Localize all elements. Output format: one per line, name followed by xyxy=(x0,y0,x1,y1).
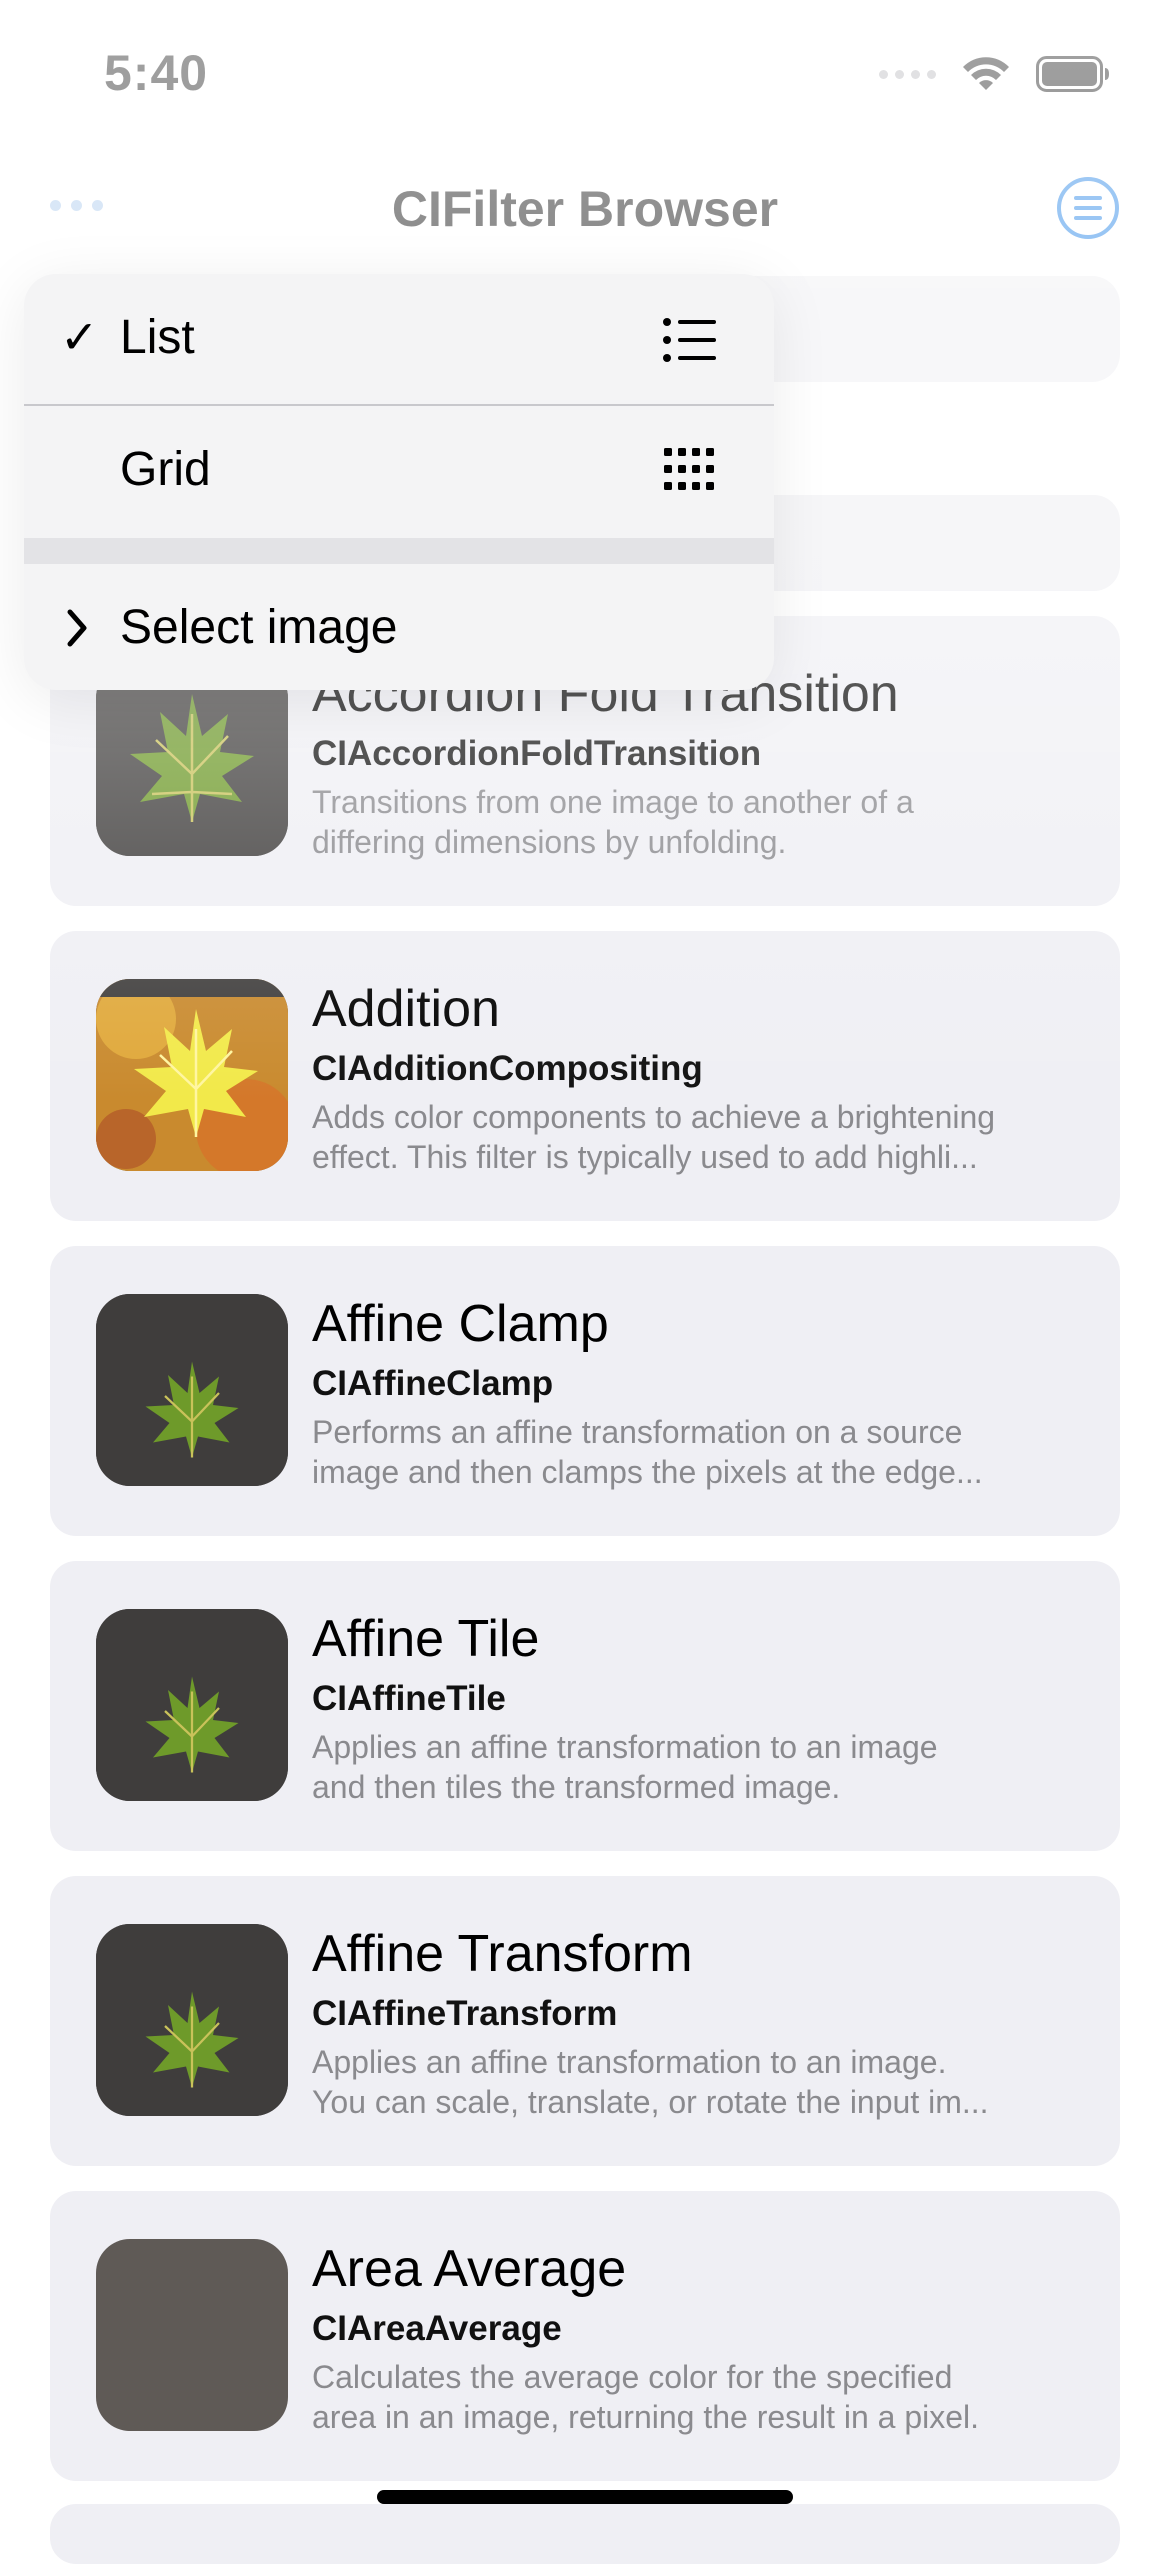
filter-title: Addition xyxy=(312,980,500,1038)
checkmark-icon: ✓ xyxy=(60,311,99,363)
filter-description: Applies an affine transformation to an i… xyxy=(312,2042,1102,2122)
filter-card[interactable]: Affine Transform CIAffineTransform Appli… xyxy=(50,1876,1120,2166)
filter-thumbnail xyxy=(96,979,288,1171)
menu-section-gap xyxy=(24,538,774,564)
filter-description: Applies an affine transformation to an i… xyxy=(312,1727,1102,1807)
cellular-signal-icon xyxy=(879,69,936,79)
menu-item-grid[interactable]: Grid xyxy=(24,406,774,538)
filter-description-line: image and then clamps the pixels at the … xyxy=(312,1454,983,1490)
filter-description: Performs an affine transformation on a s… xyxy=(312,1412,1102,1492)
filter-class-name: CIAffineTile xyxy=(312,1679,506,1718)
filter-title: Affine Transform xyxy=(312,1925,693,1983)
filter-thumbnail xyxy=(96,664,288,856)
filter-description-line: Applies an affine transformation to an i… xyxy=(312,2044,947,2080)
filter-thumbnail xyxy=(96,1924,288,2116)
filter-thumbnail xyxy=(96,2239,288,2431)
filter-description: Adds color components to achieve a brigh… xyxy=(312,1097,1102,1177)
filter-title: Affine Tile xyxy=(312,1610,540,1668)
filter-title: Affine Clamp xyxy=(312,1295,609,1353)
list-icon xyxy=(663,318,716,362)
filter-card[interactable]: Affine Clamp CIAffineClamp Performs an a… xyxy=(50,1246,1120,1536)
filter-class-name: CIAffineTransform xyxy=(312,1994,618,2033)
battery-icon xyxy=(1036,56,1109,92)
status-time: 5:40 xyxy=(104,45,209,101)
filter-description-line: area in an image, returning the result i… xyxy=(312,2399,980,2435)
filter-class-name: CIAccordionFoldTransition xyxy=(312,734,762,773)
filter-description-line: Transitions from one image to another of… xyxy=(312,784,914,820)
menu-item-list[interactable]: ✓ List xyxy=(24,274,774,404)
list-circle-icon[interactable] xyxy=(1056,176,1120,240)
filter-thumbnail xyxy=(96,1294,288,1486)
filter-description: Transitions from one image to another of… xyxy=(312,782,1102,862)
menu-item-label: Grid xyxy=(120,443,211,496)
filter-description-line: You can scale, translate, or rotate the … xyxy=(312,2084,989,2120)
menu-item-label: List xyxy=(120,311,195,364)
filter-card[interactable]: Addition CIAdditionCompositing Adds colo… xyxy=(50,931,1120,1221)
filter-card[interactable]: Affine Tile CIAffineTile Applies an affi… xyxy=(50,1561,1120,1851)
home-indicator xyxy=(377,2490,793,2504)
filter-description-line: and then tiles the transformed image. xyxy=(312,1769,841,1805)
filter-thumbnail xyxy=(96,1609,288,1801)
filter-description-line: Applies an affine transformation to an i… xyxy=(312,1729,938,1765)
navigation-bar: CIFilter Browser xyxy=(0,140,1170,270)
filter-description-line: Calculates the average color for the spe… xyxy=(312,2359,953,2395)
filter-class-name: CIAffineClamp xyxy=(312,1364,554,1403)
grid-icon xyxy=(664,448,714,490)
filter-description: Calculates the average color for the spe… xyxy=(312,2357,1102,2437)
wifi-icon xyxy=(963,57,1009,90)
chevron-right-icon xyxy=(67,609,87,647)
filter-class-name: CIAdditionCompositing xyxy=(312,1049,703,1088)
filter-class-name: CIAreaAverage xyxy=(312,2309,562,2348)
menu-item-label: Select image xyxy=(120,601,398,654)
filter-card[interactable]: Area Average CIAreaAverage Calculates th… xyxy=(50,2191,1120,2481)
filter-title: Area Average xyxy=(312,2240,627,2298)
view-options-menu: ✓ List Grid Select image xyxy=(24,274,774,690)
filter-description-line: differing dimensions by unfolding. xyxy=(312,824,787,860)
filter-description-line: effect. This filter is typically used to… xyxy=(312,1139,978,1175)
filter-description-line: Performs an affine transformation on a s… xyxy=(312,1414,963,1450)
status-icons xyxy=(879,54,1110,94)
filter-card[interactable] xyxy=(50,2504,1120,2564)
menu-item-select-image[interactable]: Select image xyxy=(24,564,774,690)
status-bar: 5:40 xyxy=(0,0,1170,140)
page-title: CIFilter Browser xyxy=(391,181,779,237)
filter-description-line: Adds color components to achieve a brigh… xyxy=(312,1099,996,1135)
